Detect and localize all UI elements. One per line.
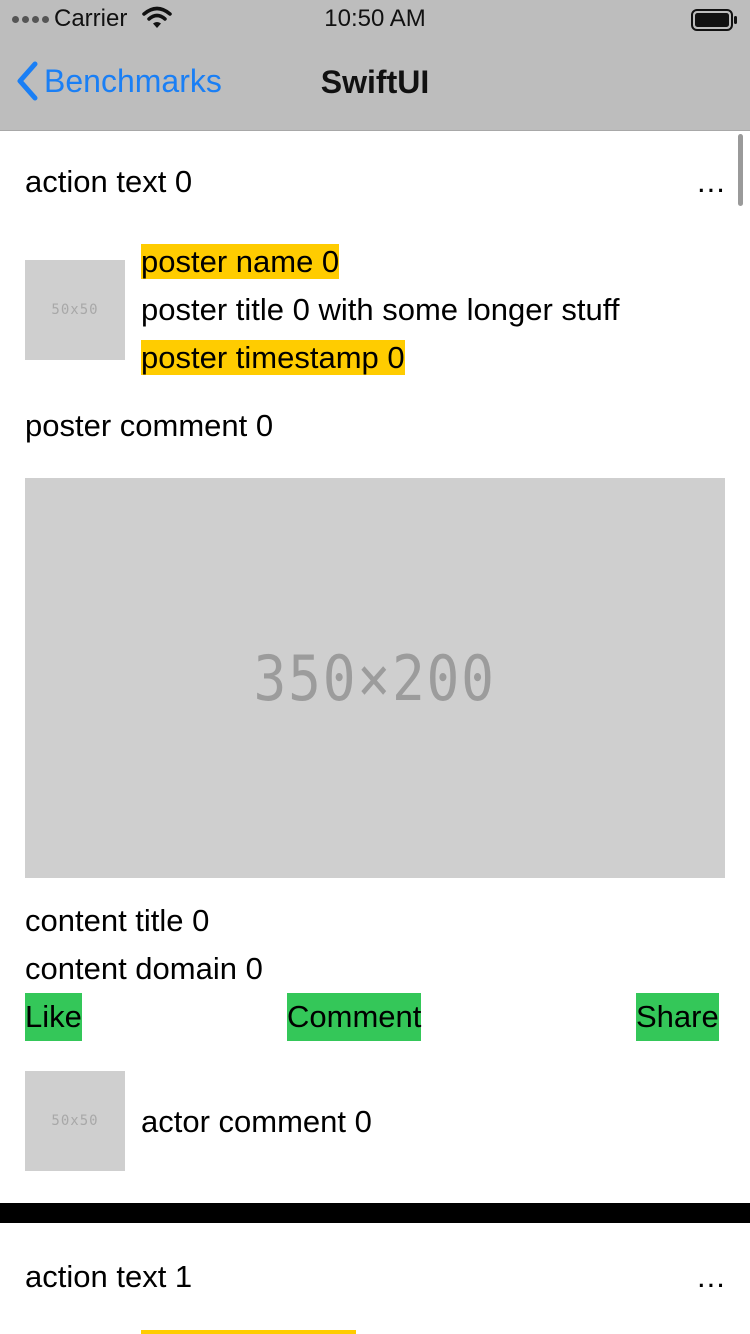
- actor-avatar-label: 50x50: [51, 1113, 99, 1129]
- content-title: content title 0: [25, 903, 210, 938]
- scrollbar[interactable]: [738, 134, 743, 206]
- poster-avatar-label: 50x50: [51, 302, 99, 318]
- action-text: action text 0: [25, 164, 193, 199]
- poster-name: poster name 0: [141, 244, 340, 279]
- clock: 10:50 AM: [324, 5, 426, 32]
- comment-button[interactable]: Comment: [287, 993, 422, 1041]
- status-bar: Carrier 10:50 AM: [0, 0, 750, 40]
- more-options-button[interactable]: ...: [697, 164, 726, 200]
- action-text: action text 1: [25, 1259, 193, 1294]
- poster-title: poster title 0 with some longer stuff: [141, 292, 620, 327]
- more-options-button[interactable]: ...: [697, 1259, 726, 1295]
- item-separator: [0, 1203, 750, 1223]
- actor-avatar: 50x50: [25, 1071, 125, 1171]
- poster-name-highlight: [141, 1330, 356, 1334]
- battery-icon: [691, 9, 739, 36]
- share-button[interactable]: Share: [636, 993, 719, 1041]
- poster-comment: poster comment 0: [25, 408, 274, 443]
- navigation-bar: Carrier 10:50 AM Benchmarks SwiftUI: [0, 0, 750, 131]
- content-image-label: 350×200: [253, 641, 497, 715]
- like-button[interactable]: Like: [25, 993, 82, 1041]
- content-image: 350×200: [25, 478, 725, 878]
- actor-comment: actor comment 0: [141, 1104, 372, 1139]
- page-title: SwiftUI: [320, 64, 430, 100]
- poster-avatar: 50x50: [25, 260, 125, 360]
- content-domain: content domain 0: [25, 951, 263, 986]
- poster-timestamp: poster timestamp 0: [141, 340, 405, 375]
